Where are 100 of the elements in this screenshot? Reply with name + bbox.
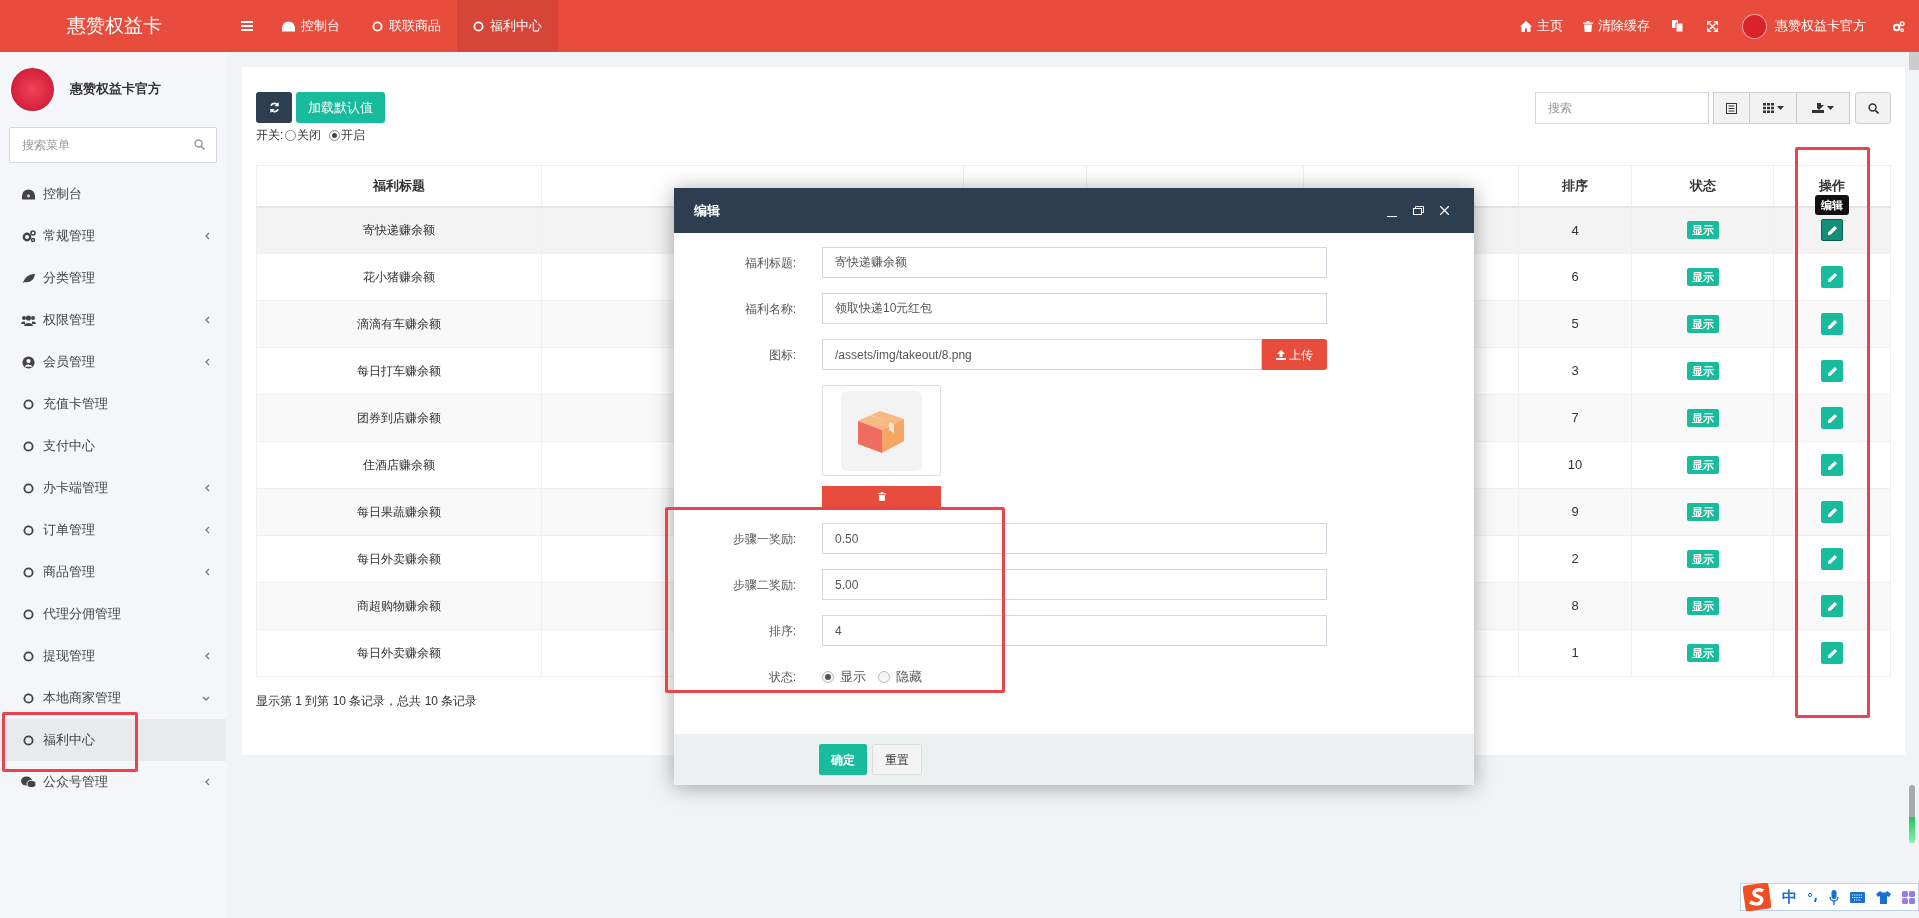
refresh-icon	[268, 102, 280, 113]
leaf-icon	[21, 272, 36, 284]
table-cell: 7	[1518, 394, 1632, 442]
text-field[interactable]: 0.50	[822, 523, 1327, 554]
nav-tab[interactable]: 控制台	[266, 0, 356, 52]
export-dropdown-button[interactable]	[1797, 92, 1850, 124]
dialog-title: 编辑	[694, 201, 721, 220]
chevron-left-icon	[205, 568, 210, 576]
sidebar-item[interactable]: 常规管理	[0, 215, 226, 257]
volume-meter	[1909, 785, 1915, 843]
edit-button[interactable]	[1821, 219, 1843, 242]
sidebar-item[interactable]: 本地商家管理	[0, 677, 226, 719]
user-menu[interactable]: 惠赞权益卡官方	[1730, 0, 1878, 52]
sidebar-item[interactable]: 商品管理	[0, 551, 226, 593]
sidebar-item[interactable]: 权限管理	[0, 299, 226, 341]
settings-icon	[1892, 20, 1905, 32]
pencil-icon	[1826, 647, 1838, 659]
nav-tab[interactable]: 福利中心	[457, 0, 558, 52]
user-avatar	[1742, 13, 1767, 39]
table-cell: 住酒店赚余额	[256, 441, 542, 489]
text-field[interactable]: 4	[822, 615, 1327, 646]
shirt-icon[interactable]	[1876, 890, 1891, 904]
menu-icon	[241, 21, 253, 31]
gears-icon	[21, 230, 36, 242]
sidebar-item[interactable]: 办卡端管理	[0, 467, 226, 509]
restore-icon	[1412, 206, 1424, 215]
pencil-icon	[1826, 271, 1838, 283]
chevron-down-icon	[202, 695, 210, 701]
nav-tab[interactable]: 联联商品	[356, 0, 457, 52]
text-field[interactable]: 领取快递10元红包	[822, 293, 1327, 324]
circle-icon	[23, 566, 34, 578]
status-radio[interactable]: 显示	[822, 667, 866, 687]
keyboard-icon[interactable]	[1850, 891, 1865, 903]
upload-button[interactable]: 上传	[1262, 339, 1327, 370]
pencil-icon	[1826, 600, 1838, 612]
sidebar-item[interactable]: 控制台	[0, 173, 226, 215]
sidebar-item[interactable]: 支付中心	[0, 425, 226, 467]
sidebar-item[interactable]: 订单管理	[0, 509, 226, 551]
pagination-info: 显示第 1 到第 10 条记录，总共 10 条记录	[256, 693, 479, 710]
chevron-left-icon	[205, 358, 210, 366]
status-radio[interactable]: 隐藏	[878, 667, 922, 687]
refresh-button[interactable]	[256, 92, 292, 123]
status-badge: 显示	[1686, 362, 1719, 380]
switch-radio[interactable]: 关闭	[285, 126, 322, 144]
view-toggle-button[interactable]	[1713, 92, 1750, 124]
circle-icon	[23, 524, 34, 536]
column-header: 状态	[1631, 165, 1774, 207]
menu-search-field[interactable]: 搜索菜单	[9, 127, 217, 163]
sidebar-item[interactable]: 会员管理	[0, 341, 226, 383]
sidebar-item[interactable]: 充值卡管理	[0, 383, 226, 425]
circle-icon	[23, 692, 34, 704]
header-link[interactable]: 主页	[1510, 0, 1573, 52]
text-field[interactable]: 寄快递赚余额	[822, 247, 1327, 278]
punctuation-icon[interactable]	[1808, 892, 1818, 902]
form-label: 福利名称:	[743, 300, 796, 318]
status-badge: 显示	[1686, 221, 1719, 240]
columns-dropdown-button[interactable]	[1750, 92, 1797, 124]
chat-icon	[21, 776, 36, 788]
trash-icon	[877, 492, 886, 501]
table-cell: 4	[1518, 206, 1632, 254]
table-cell: 商超购物赚余额	[256, 582, 542, 630]
ime-mode-toggle[interactable]: 中	[1782, 885, 1797, 909]
dialog-button[interactable]: 重置	[872, 744, 922, 775]
microphone-icon[interactable]	[1829, 889, 1839, 905]
sidebar-item[interactable]: 福利中心	[0, 719, 226, 761]
sidebar-item[interactable]: 公众号管理	[0, 761, 226, 803]
grid-icon	[1762, 103, 1774, 113]
pencil-icon	[1826, 318, 1838, 330]
sidebar-item[interactable]: 提现管理	[0, 635, 226, 677]
status-badge: 显示	[1686, 409, 1719, 427]
status-badge: 显示	[1686, 503, 1719, 521]
column-header: 排序	[1518, 165, 1632, 207]
text-field[interactable]: /assets/img/takeout/8.png	[822, 339, 1262, 370]
search-icon	[194, 139, 205, 150]
table-cell: 8	[1518, 582, 1632, 630]
scrollbar	[1909, 52, 1919, 70]
table-cell: 每日外卖赚余额	[256, 535, 542, 583]
search-button[interactable]	[1855, 92, 1891, 124]
sogou-logo-icon[interactable]	[1743, 883, 1771, 911]
pencil-icon	[1826, 365, 1838, 377]
form-label: 状态:	[767, 668, 796, 686]
apps-icon[interactable]	[1902, 890, 1915, 904]
chevron-left-icon	[205, 526, 210, 534]
search-icon	[1867, 102, 1879, 114]
sidebar-item[interactable]: 代理分佣管理	[0, 593, 226, 635]
switch-radio[interactable]: 开启	[329, 126, 366, 144]
table-cell: 滴滴有车赚余额	[256, 300, 542, 348]
package-icon	[841, 390, 922, 471]
form-label: 步骤一奖励:	[731, 530, 796, 548]
sidebar-item[interactable]: 分类管理	[0, 257, 226, 299]
pencil-icon	[1826, 224, 1838, 236]
table-search-field[interactable]: 搜索	[1535, 92, 1709, 124]
form-label: 步骤二奖励:	[731, 576, 796, 594]
header-link[interactable]: 清除缓存	[1573, 0, 1660, 52]
status-badge: 显示	[1686, 597, 1719, 615]
text-field[interactable]: 5.00	[822, 569, 1327, 600]
table-cell: 2	[1518, 535, 1632, 583]
circle-icon	[372, 20, 383, 32]
chevron-left-icon	[205, 232, 210, 240]
table-cell: 1	[1518, 629, 1632, 677]
